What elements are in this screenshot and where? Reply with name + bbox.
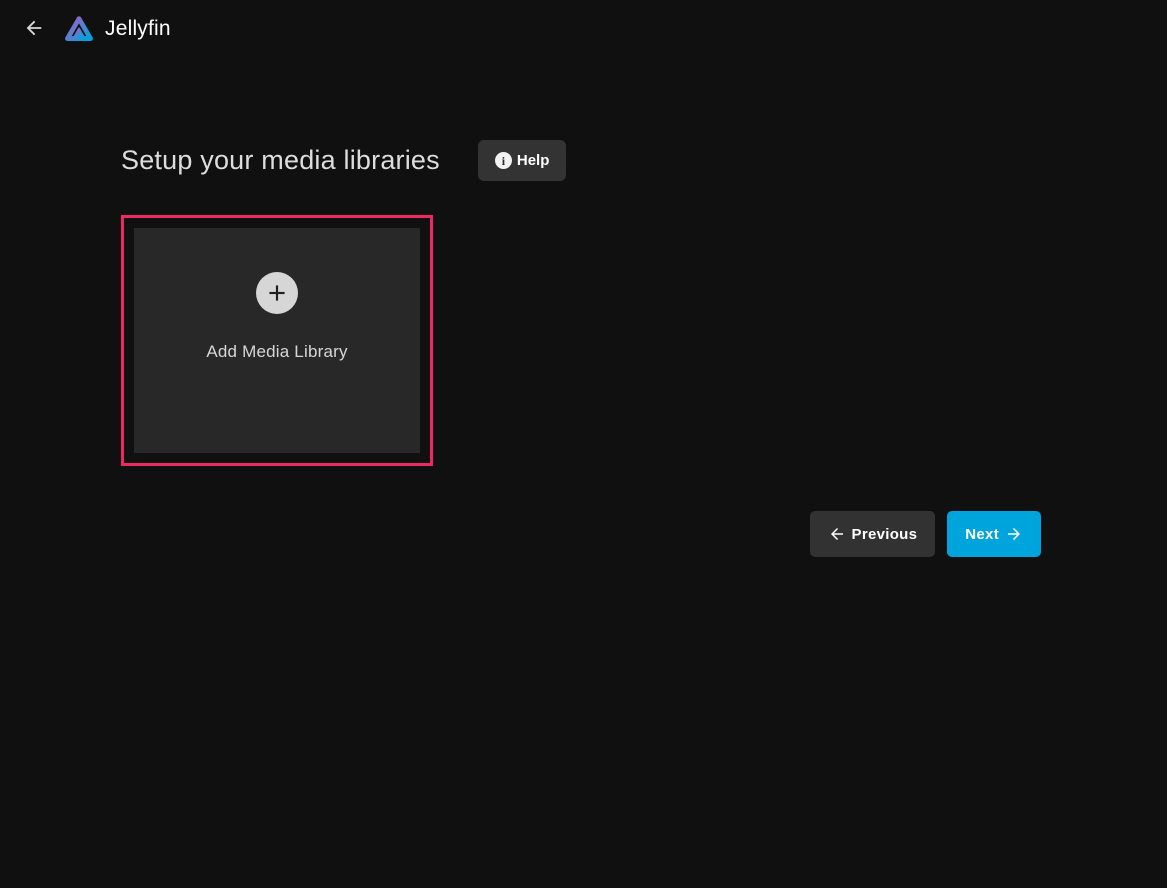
title-row: Setup your media libraries i Help xyxy=(121,140,1041,181)
next-button[interactable]: Next xyxy=(947,511,1041,557)
add-library-card-focus-outline: Add Media Library xyxy=(121,215,433,466)
info-icon: i xyxy=(495,152,512,169)
plus-icon xyxy=(256,272,298,314)
arrow-right-icon xyxy=(1005,525,1023,543)
brand-name: Jellyfin xyxy=(105,17,171,41)
previous-button[interactable]: Previous xyxy=(810,511,936,557)
arrow-back-icon xyxy=(23,17,45,42)
back-button[interactable] xyxy=(14,9,54,49)
add-card-label: Add Media Library xyxy=(206,342,347,362)
wizard-nav: Previous Next xyxy=(121,511,1041,557)
next-button-label: Next xyxy=(965,526,999,543)
app-header: Jellyfin xyxy=(0,0,1167,58)
jellyfin-logo-icon xyxy=(62,12,96,46)
add-media-library-card[interactable]: Add Media Library xyxy=(134,228,420,453)
brand: Jellyfin xyxy=(62,12,171,46)
help-button-label: Help xyxy=(517,152,550,169)
arrow-left-icon xyxy=(828,525,846,543)
setup-wizard-page: Setup your media libraries i Help Add Me… xyxy=(121,58,1041,557)
previous-button-label: Previous xyxy=(852,526,918,543)
help-button[interactable]: i Help xyxy=(478,140,567,181)
page-title: Setup your media libraries xyxy=(121,145,440,176)
